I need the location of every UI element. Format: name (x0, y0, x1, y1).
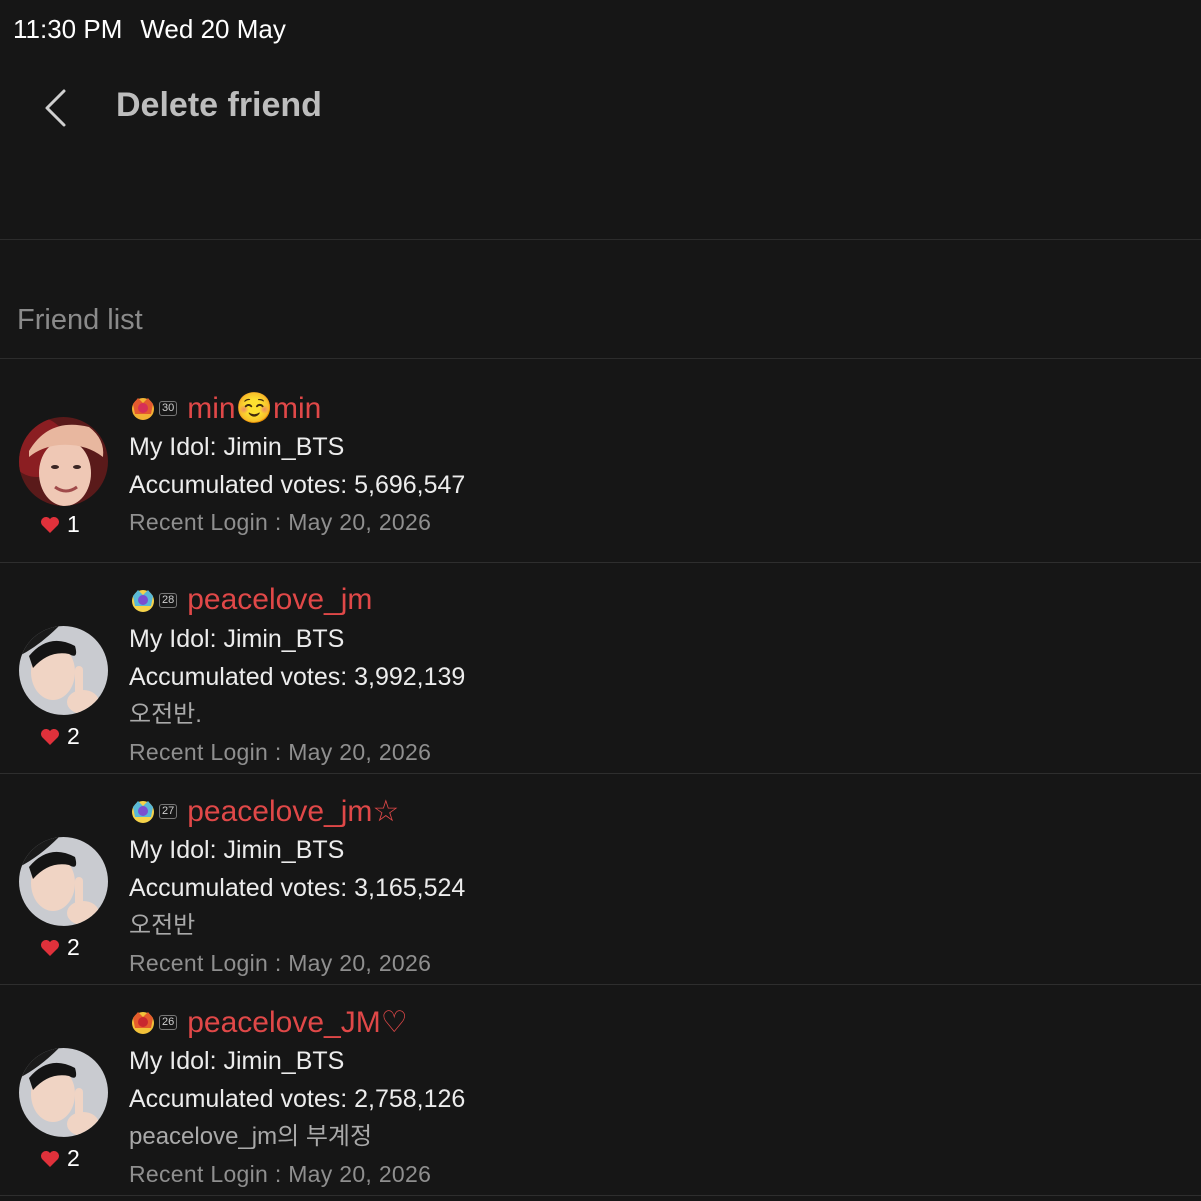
friend-memo: 오전반 (129, 912, 196, 939)
avatar (19, 626, 108, 715)
chevron-left-icon (45, 89, 66, 127)
recent-login: Recent Login : May 20, 2026 (129, 1161, 432, 1187)
level-number: 30 (159, 400, 178, 416)
status-time: 11:30 PM (13, 14, 123, 44)
avatar (19, 417, 108, 506)
friend-name: peacelove_jm (187, 583, 373, 616)
avatar (19, 1048, 108, 1137)
heart-icon (41, 516, 59, 533)
recent-login: Recent Login : May 20, 2026 (129, 739, 432, 765)
crown-badge-icon (132, 801, 154, 823)
like-count-value: 2 (67, 934, 80, 960)
recent-login: Recent Login : May 20, 2026 (129, 509, 432, 535)
level-number: 27 (159, 803, 178, 819)
accumulated-votes: Accumulated votes: 5,696,547 (129, 471, 466, 499)
friend-row[interactable]: 2 27 peacelove_jm☆ My Idol: Jimin_BTS Ac… (0, 774, 1201, 985)
my-idol: My Idol: Jimin_BTS (129, 433, 345, 461)
friend-name: peacelove_jm☆ (187, 794, 400, 828)
friend-list: 1 30 min☺️min My Idol: Jimin_BTS Accumul… (0, 359, 1201, 1196)
like-count: 2 (40, 934, 100, 961)
level-badge: 26 (129, 1008, 178, 1036)
friend-row[interactable]: 2 26 peacelove_JM♡ My Idol: Jimin_BTS Ac… (0, 985, 1201, 1196)
like-count-value: 2 (67, 1145, 80, 1171)
like-count: 2 (40, 1145, 100, 1172)
accumulated-votes: Accumulated votes: 3,165,524 (129, 874, 466, 902)
friend-row[interactable]: 2 28 peacelove_jm My Idol: Jimin_BTS Acc… (0, 563, 1201, 774)
like-count-value: 2 (67, 723, 80, 749)
page-title: Delete friend (116, 86, 322, 124)
friend-memo: peacelove_jm의 부계정 (129, 1123, 373, 1150)
like-count: 2 (40, 723, 100, 750)
crown-badge-icon (132, 1012, 154, 1034)
back-button[interactable] (30, 80, 80, 136)
heart-icon (41, 939, 59, 956)
friend-name: peacelove_JM♡ (187, 1005, 408, 1039)
recent-login: Recent Login : May 20, 2026 (129, 950, 432, 976)
avatar (19, 837, 108, 926)
level-number: 28 (159, 592, 178, 608)
heart-icon (41, 728, 59, 745)
friend-name: min☺️min (187, 391, 322, 425)
status-bar: 11:30 PM Wed 20 May (13, 14, 286, 45)
my-idol: My Idol: Jimin_BTS (129, 1047, 345, 1075)
crown-badge-icon (132, 398, 154, 420)
level-badge: 27 (129, 797, 178, 825)
level-number: 26 (159, 1014, 178, 1030)
status-date: Wed 20 May (140, 14, 286, 44)
accumulated-votes: Accumulated votes: 3,992,139 (129, 663, 466, 691)
like-count-value: 1 (67, 511, 80, 537)
crown-badge-icon (132, 590, 154, 612)
my-idol: My Idol: Jimin_BTS (129, 836, 345, 864)
level-badge: 28 (129, 586, 178, 614)
like-count: 1 (40, 511, 100, 538)
accumulated-votes: Accumulated votes: 2,758,126 (129, 1085, 466, 1113)
friend-memo: 오전반. (129, 701, 202, 728)
section-title: Friend list (17, 304, 143, 336)
heart-icon (41, 1150, 59, 1167)
friend-row[interactable]: 1 30 min☺️min My Idol: Jimin_BTS Accumul… (0, 359, 1201, 563)
my-idol: My Idol: Jimin_BTS (129, 625, 345, 653)
header-divider (0, 239, 1201, 240)
level-badge: 30 (129, 394, 178, 422)
smiling-face-emoji: ☺️ (235, 391, 273, 425)
